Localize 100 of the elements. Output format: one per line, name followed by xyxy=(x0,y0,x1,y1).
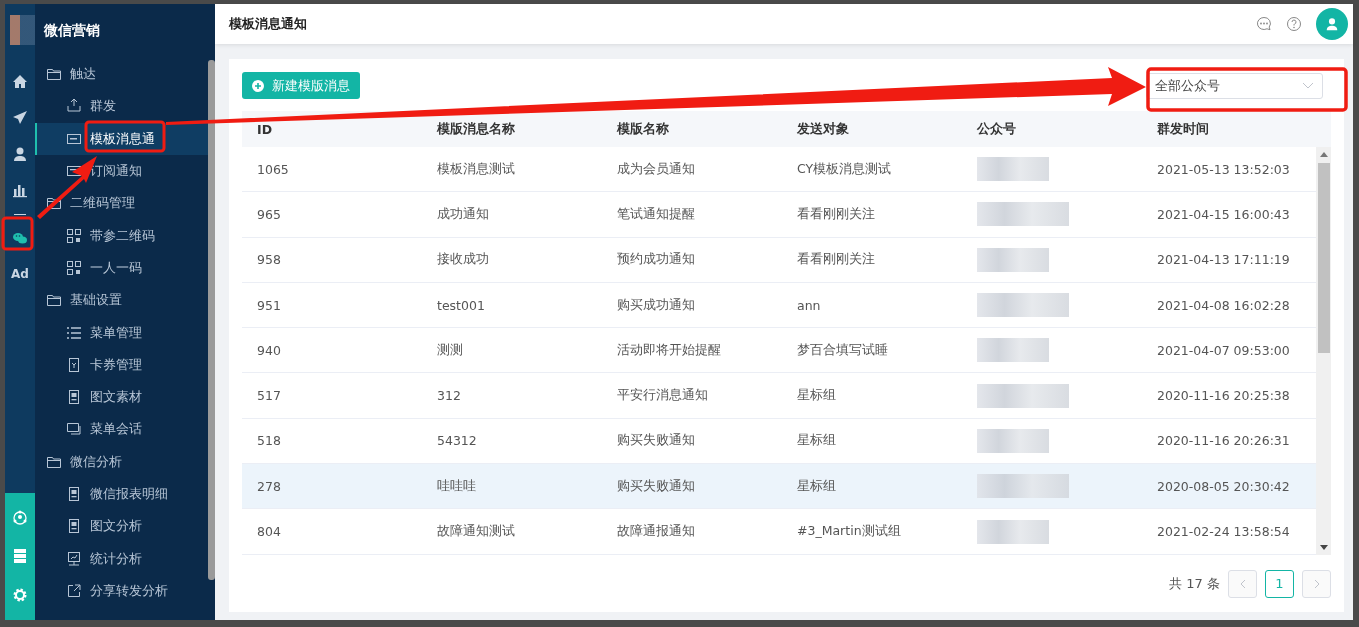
table-cell-text: 2020-08-05 20:30:42 xyxy=(1156,478,1291,494)
share-icon xyxy=(66,582,82,599)
table-cell-text: 2021-04-08 16:02:28 xyxy=(1156,297,1291,313)
scroll-down-icon[interactable] xyxy=(1319,544,1328,550)
table-cell-text: 平安行消息通知 xyxy=(616,387,709,405)
table-cell-text: 2021-05-13 13:52:03 xyxy=(1156,161,1291,177)
table-cell-text: 2020-11-16 20:26:31 xyxy=(1156,433,1291,449)
chevron-icon xyxy=(1312,578,1321,589)
table-cell-text: 模板消息测试 xyxy=(436,160,516,178)
table-row[interactable]: 804 故障通知测试 故障通报通知 #3_Martin测试组 2021-02-24 13:58:54 xyxy=(242,509,1316,555)
sidebar-item[interactable]: 一人一码 xyxy=(35,251,208,285)
plus-icon xyxy=(252,79,264,92)
send-icon[interactable] xyxy=(12,110,28,126)
table-cell-text: 312 xyxy=(436,388,462,404)
grid-icon xyxy=(66,259,82,276)
table-cell-text: 2021-04-15 16:00:43 xyxy=(1156,206,1291,222)
table-cell-text: 278 xyxy=(256,478,282,494)
document-icon xyxy=(66,389,82,406)
scrollbar[interactable] xyxy=(1316,147,1331,555)
table-row[interactable]: 958 接收成功 预约成功通知 看看刚刚关注 2021-04-13 17:11:19 xyxy=(242,237,1316,283)
list-icon xyxy=(66,324,82,341)
page-title: 模板消息通知 xyxy=(229,15,308,33)
table-cell-text: 1065 xyxy=(256,161,290,177)
help-icon[interactable] xyxy=(1286,16,1302,32)
table-row[interactable]: 940 测测 活动即将开始提醒 梦百合填写试睡 2021-04-07 09:53:00 xyxy=(242,328,1316,374)
redacted-block xyxy=(977,157,1049,182)
document-icon xyxy=(66,518,82,535)
table-cell-text: 951 xyxy=(256,297,282,313)
sidebar-item[interactable]: 卡券管理 xyxy=(35,348,208,381)
server-icon[interactable] xyxy=(12,548,28,565)
table-cell-text: 测测 xyxy=(436,341,464,359)
sidebar-item[interactable]: 统计分析 xyxy=(35,542,208,575)
total-count: 共 17 条 xyxy=(1169,574,1220,593)
table-cell-text: 看看刚刚关注 xyxy=(796,251,876,269)
column-header: 模版名称 xyxy=(615,120,670,138)
sidebar-group[interactable]: 触达 xyxy=(35,58,208,91)
sidebar-item[interactable]: 图文素材 xyxy=(35,380,208,414)
table-cell-text: 成功通知 xyxy=(436,205,490,223)
network-icon[interactable] xyxy=(12,510,28,527)
table-cell-text: 故障通知测试 xyxy=(436,523,516,540)
table-cell-text: 梦百合填写试睡 xyxy=(796,341,889,359)
home-icon[interactable] xyxy=(12,74,28,90)
table-row[interactable]: 951 test001 购买成功通知 ann 2021-04-08 16:02:28 xyxy=(242,282,1316,329)
table-cell-text: 接收成功 xyxy=(436,251,490,269)
column-header: 群发时间 xyxy=(1156,120,1210,138)
table-cell-text: 2021-02-24 13:58:54 xyxy=(1156,524,1291,539)
table-row[interactable]: 278 哇哇哇 购买失败通知 星标组 2020-08-05 20:30:42 xyxy=(242,464,1316,510)
table-cell-text: 预约成功通知 xyxy=(616,251,696,269)
sidebar-item[interactable]: 群发 xyxy=(35,90,208,123)
table-row[interactable]: 965 成功通知 笔试通知提醒 看看刚刚关注 2021-04-15 16:00:43 xyxy=(242,192,1316,238)
bar-chart-icon[interactable] xyxy=(12,182,28,198)
redacted-block xyxy=(977,519,1049,544)
scrollbar[interactable] xyxy=(208,60,215,580)
chat-bubbles-icon[interactable] xyxy=(12,230,28,246)
sidebar-group[interactable]: 基础设置 xyxy=(35,284,208,317)
table-cell-text: 2021-04-13 17:11:19 xyxy=(1156,252,1291,268)
chat-card-icon xyxy=(66,421,82,438)
column-header: ID xyxy=(256,121,274,137)
table-row[interactable]: 1065 模板消息测试 成为会员通知 CY模板消息测试 2021-05-13 13:52:03 xyxy=(242,147,1316,193)
table-cell-text: ann xyxy=(796,297,822,313)
table-cell-text: 购买成功通知 xyxy=(616,296,696,314)
table-cell-text: 笔试通知提醒 xyxy=(616,205,696,223)
logo-placeholder xyxy=(10,15,35,45)
sidebar-item[interactable]: 带参二维码 xyxy=(35,219,208,252)
sidebar-group[interactable]: 微信分析 xyxy=(35,445,208,478)
table-row[interactable]: 517 312 平安行消息通知 星标组 2020-11-16 20:25:38 xyxy=(242,373,1316,419)
chevron-icon xyxy=(1238,578,1247,589)
table-cell-text: CY模板消息测试 xyxy=(796,160,893,178)
table-cell-text: 940 xyxy=(256,342,282,358)
table-cell-text: 517 xyxy=(256,388,282,404)
coupon-icon xyxy=(66,356,82,373)
upload-tray-icon xyxy=(66,98,82,115)
column-header: 公众号 xyxy=(976,120,1017,138)
annotation-box xyxy=(1,216,34,251)
column-header: 发送对象 xyxy=(796,120,850,138)
sidebar-group[interactable]: 二维码管理 xyxy=(35,187,208,220)
user-icon[interactable] xyxy=(12,146,28,162)
table-cell-text: #3_Martin测试组 xyxy=(796,523,902,540)
table-cell-text: 哇哇哇 xyxy=(436,477,477,495)
sidebar-item[interactable]: 图文分析 xyxy=(35,510,208,543)
rail-item[interactable]: Ad xyxy=(11,267,29,281)
table-cell-text: 54312 xyxy=(436,433,478,449)
table-cell-text: 804 xyxy=(256,524,282,539)
sidebar-item[interactable]: 菜单会话 xyxy=(35,413,208,446)
sidebar-item[interactable]: 微信报表明细 xyxy=(35,477,208,511)
chart-board-icon xyxy=(66,550,82,567)
scroll-up-icon[interactable] xyxy=(1319,152,1328,157)
sidebar-item[interactable]: 分享转发分析 xyxy=(35,574,208,608)
table-cell-text: 965 xyxy=(256,206,282,222)
redacted-block xyxy=(977,338,1049,363)
folder-open-icon xyxy=(46,292,62,309)
table-cell-text: 星标组 xyxy=(796,387,837,405)
avatar[interactable] xyxy=(1316,8,1348,40)
table-cell-text: 2021-04-07 09:53:00 xyxy=(1156,342,1291,358)
table-cell-text: 看看刚刚关注 xyxy=(796,205,876,223)
message-icon[interactable] xyxy=(1256,16,1272,32)
settings-icon[interactable] xyxy=(12,586,28,603)
sidebar-item[interactable]: 菜单管理 xyxy=(35,316,208,349)
table-cell-text: test001 xyxy=(436,297,486,313)
folder-open-icon xyxy=(46,66,62,83)
